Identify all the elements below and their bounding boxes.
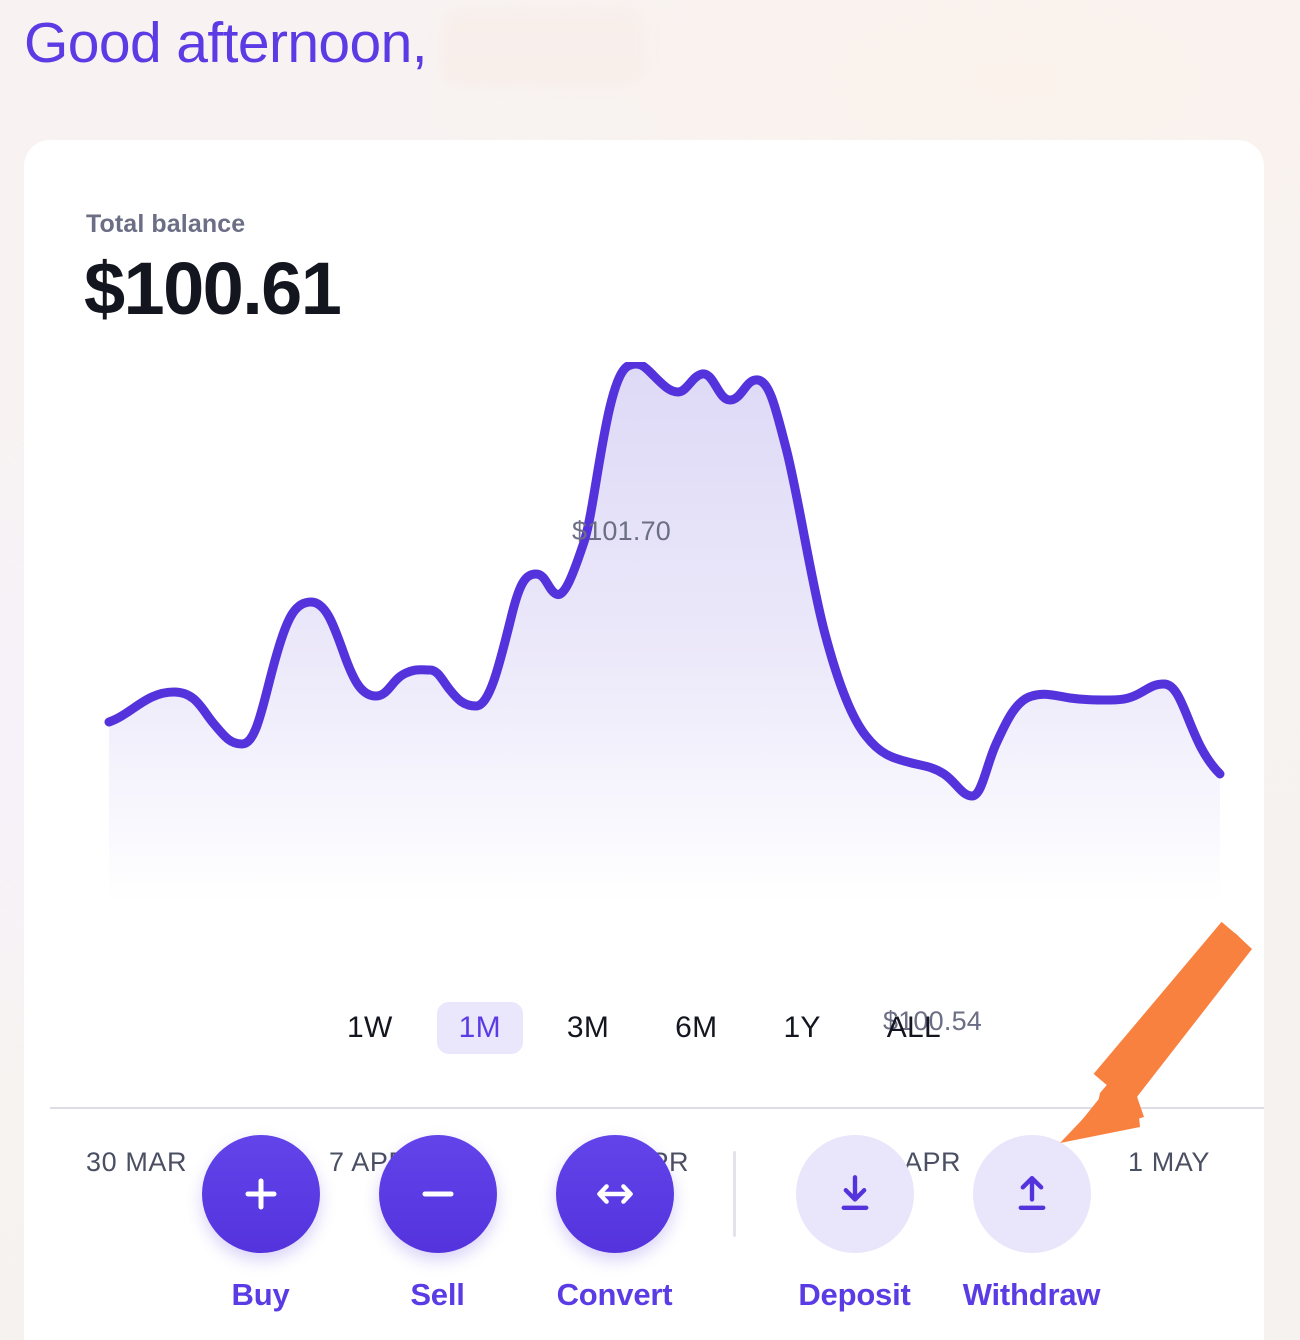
range-6m[interactable]: 6M	[653, 1002, 739, 1054]
deposit-button-circle	[795, 1135, 914, 1253]
upload-arrow-icon	[1018, 1175, 1045, 1210]
convert-button[interactable]: Convert	[526, 1135, 703, 1313]
actions-divider	[50, 1107, 1264, 1109]
withdraw-button-circle	[972, 1135, 1091, 1253]
buy-button-circle	[201, 1135, 320, 1253]
greeting-row: Good afternoon,	[24, 2, 646, 86]
total-balance-value: $100.61	[84, 247, 342, 330]
range-all[interactable]: ALL	[865, 1002, 963, 1054]
left-right-arrow-icon	[596, 1184, 633, 1204]
withdraw-label: Withdraw	[962, 1277, 1101, 1312]
convert-label: Convert	[556, 1277, 673, 1312]
range-3m[interactable]: 3M	[545, 1002, 631, 1054]
balance-chart[interactable]: $101.70 $100.54 30 MAR 7 APR 15 APR 23 A…	[24, 362, 1264, 1177]
deposit-label: Deposit	[798, 1277, 911, 1312]
sell-label: Sell	[410, 1277, 465, 1312]
sell-button[interactable]: Sell	[349, 1135, 526, 1313]
minus-icon	[421, 1191, 454, 1197]
download-arrow-icon	[841, 1175, 868, 1210]
deposit-button[interactable]: Deposit	[766, 1135, 943, 1313]
time-range-selector[interactable]: 1W 1M 3M 6M 1Y ALL	[24, 1002, 1264, 1054]
balance-card: Total balance $100.61 $101.70 $100.54 30…	[24, 140, 1264, 1340]
action-bar: Buy Sell Convert Deposit Withdraw	[24, 1135, 1264, 1335]
range-1m[interactable]: 1M	[436, 1002, 523, 1054]
buy-button[interactable]: Buy	[172, 1135, 349, 1313]
range-1w[interactable]: 1W	[325, 1002, 415, 1054]
redacted-user-name	[440, 6, 646, 86]
range-1y[interactable]: 1Y	[761, 1002, 842, 1054]
actions-vertical-separator	[733, 1151, 736, 1237]
withdraw-button[interactable]: Withdraw	[943, 1135, 1120, 1313]
chart-peak-label: $101.70	[572, 516, 671, 546]
balance-chart-svg	[104, 362, 1225, 902]
chart-area-fill	[109, 363, 1220, 902]
secondary-actions: Deposit Withdraw	[766, 1135, 1120, 1313]
page-title: Good afternoon,	[24, 11, 428, 76]
primary-actions: Buy Sell Convert	[172, 1135, 703, 1313]
total-balance-label: Total balance	[86, 210, 246, 238]
plus-icon	[244, 1178, 277, 1210]
buy-label: Buy	[231, 1277, 290, 1312]
sell-button-circle	[378, 1135, 497, 1253]
convert-button-circle	[555, 1135, 674, 1253]
